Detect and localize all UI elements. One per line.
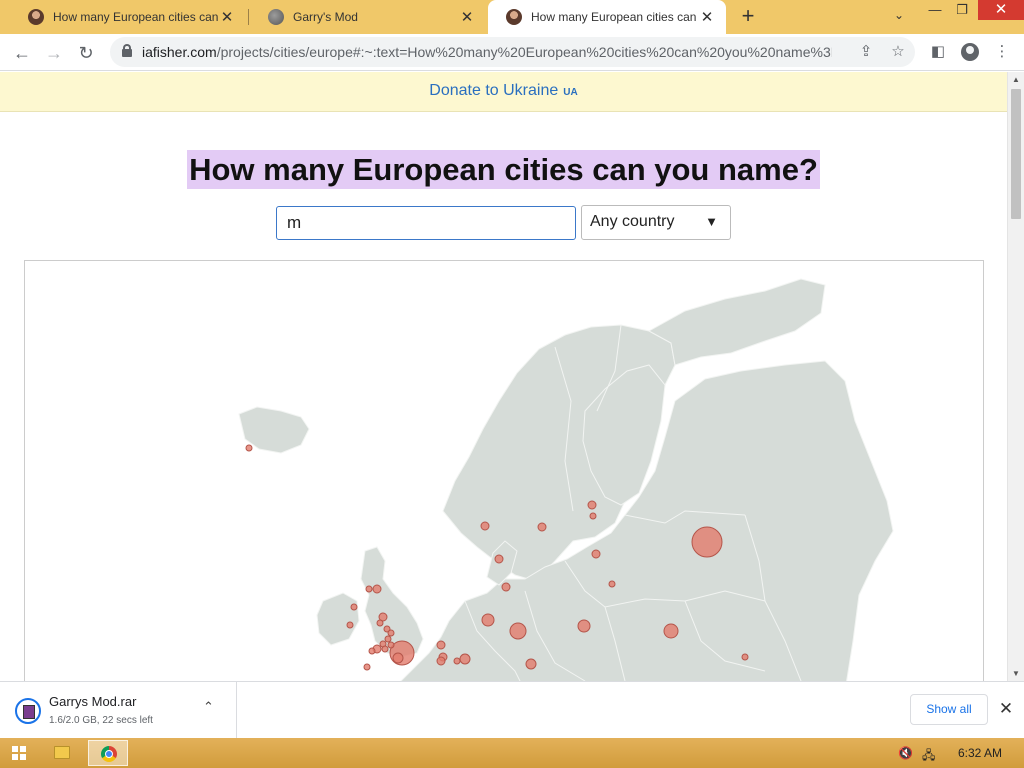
globe-favicon-icon [268, 9, 284, 25]
dropdown-arrow-icon: ▼ [705, 214, 718, 229]
city-marker [381, 645, 389, 653]
back-arrow-icon[interactable]: ← [9, 40, 35, 66]
country-select[interactable]: Any country ▼ [581, 205, 731, 240]
tab-european-cities-1[interactable]: How many European cities can yo ✕ [10, 0, 246, 34]
city-marker [392, 652, 404, 664]
download-item[interactable]: Garrys Mod.rar 1.6/2.0 GB, 22 secs left … [0, 682, 237, 738]
taskbar-clock[interactable]: 6:32 AM [958, 746, 1002, 760]
tab-title: How many European cities can yo [53, 10, 218, 24]
city-marker [587, 500, 597, 510]
forward-arrow-icon[interactable]: → [41, 40, 67, 66]
browser-toolbar: ← → ↻ iafisher.com/projects/cities/europ… [0, 34, 1024, 71]
great-britain-landmass [360, 546, 424, 658]
city-marker [589, 512, 597, 520]
city-marker [245, 444, 253, 452]
download-shelf: Garrys Mod.rar 1.6/2.0 GB, 22 secs left … [0, 681, 1024, 738]
vertical-scrollbar[interactable]: ▲ ▼ [1007, 72, 1024, 681]
country-select-value: Any country [590, 213, 675, 230]
city-marker [365, 585, 373, 593]
ireland-landmass [316, 592, 360, 646]
chrome-taskbar-button[interactable] [88, 740, 128, 766]
windows-taskbar: 🔇 🖧 6:32 AM [0, 738, 1024, 768]
city-marker [480, 521, 490, 531]
city-marker [691, 526, 723, 558]
city-marker [577, 619, 591, 633]
download-filename: Garrys Mod.rar [49, 694, 137, 709]
city-marker [387, 641, 395, 649]
download-status: 1.6/2.0 GB, 22 secs left [49, 715, 153, 726]
europe-map[interactable] [24, 260, 984, 681]
city-marker [387, 629, 395, 637]
city-marker [608, 580, 616, 588]
tab-garrys-mod[interactable]: Garry's Mod ✕ [250, 0, 486, 34]
profile-avatar-icon[interactable] [961, 43, 979, 61]
tab-strip: How many European cities can yo ✕ Garry'… [0, 0, 1024, 34]
tab-title: Garry's Mod [293, 10, 358, 24]
city-marker [525, 658, 537, 670]
city-marker [372, 584, 382, 594]
windows-start-icon[interactable] [12, 746, 26, 760]
close-tab-icon[interactable]: ✕ [698, 8, 716, 26]
folder-icon [54, 746, 70, 759]
city-marker [363, 663, 371, 671]
kola-landmass [647, 278, 826, 366]
network-icon[interactable]: 🖧 [922, 746, 935, 767]
city-marker [591, 549, 601, 559]
city-marker [376, 619, 384, 627]
city-marker [346, 621, 354, 629]
tab-search-chevron-icon[interactable]: ⌄ [889, 8, 909, 22]
reload-icon[interactable]: ↻ [73, 40, 99, 66]
volume-muted-icon[interactable]: 🔇 [898, 746, 913, 760]
city-marker [537, 522, 547, 532]
address-bar[interactable]: iafisher.com/projects/cities/europe#:~:t… [110, 37, 915, 67]
city-marker [481, 613, 495, 627]
city-marker [436, 656, 446, 666]
file-explorer-taskbar-button[interactable] [42, 740, 82, 766]
city-marker [509, 622, 527, 640]
close-tab-icon[interactable]: ✕ [218, 8, 236, 26]
scroll-up-arrow-icon[interactable]: ▲ [1012, 75, 1020, 84]
city-marker [663, 623, 679, 639]
new-tab-plus-icon[interactable]: + [738, 5, 758, 29]
tab-european-cities-active[interactable]: How many European cities can yo ✕ [488, 0, 726, 34]
city-marker [494, 554, 504, 564]
city-marker [368, 647, 376, 655]
scroll-down-arrow-icon[interactable]: ▼ [1012, 669, 1020, 678]
scroll-thumb[interactable] [1011, 89, 1021, 219]
rar-file-progress-icon [15, 698, 41, 724]
close-tab-icon[interactable]: ✕ [458, 8, 476, 26]
city-marker [453, 657, 461, 665]
minimize-window-icon[interactable]: — [920, 0, 950, 20]
city-search-input[interactable] [276, 206, 576, 240]
page-viewport: Donate to Ukraine UA How many European ci… [0, 72, 1007, 681]
lock-icon[interactable] [122, 44, 132, 57]
city-marker [459, 653, 471, 665]
person-favicon-icon [28, 9, 44, 25]
city-marker [436, 640, 446, 650]
city-marker [350, 603, 358, 611]
page-title: How many European cities can you name? [187, 150, 820, 189]
close-shelf-icon[interactable]: ✕ [996, 699, 1016, 719]
city-marker [384, 635, 392, 643]
donate-ukraine-link[interactable]: Donate to Ukraine UA [429, 82, 577, 99]
restore-window-icon[interactable]: ❐ [947, 0, 977, 20]
menu-kebab-icon[interactable]: ⋮ [991, 41, 1013, 63]
city-marker [741, 653, 749, 661]
person-favicon-icon [506, 9, 522, 25]
donate-banner: Donate to Ukraine UA [0, 72, 1007, 112]
bookmark-star-icon[interactable]: ☆ [887, 41, 909, 63]
map-land [238, 278, 894, 681]
chevron-up-icon[interactable]: ⌃ [203, 699, 214, 715]
side-panel-icon[interactable]: ◧ [927, 41, 949, 63]
tab-separator [248, 9, 249, 25]
show-all-downloads-button[interactable]: Show all [910, 694, 988, 725]
url-text[interactable]: iafisher.com/projects/cities/europe#:~:t… [142, 44, 832, 60]
city-marker [501, 582, 511, 592]
chrome-icon [101, 746, 117, 762]
tab-title: How many European cities can yo [531, 10, 698, 24]
share-icon[interactable]: ⇪ [855, 41, 877, 63]
europe-map-svg [238, 278, 894, 681]
close-window-icon[interactable]: ✕ [978, 0, 1024, 20]
